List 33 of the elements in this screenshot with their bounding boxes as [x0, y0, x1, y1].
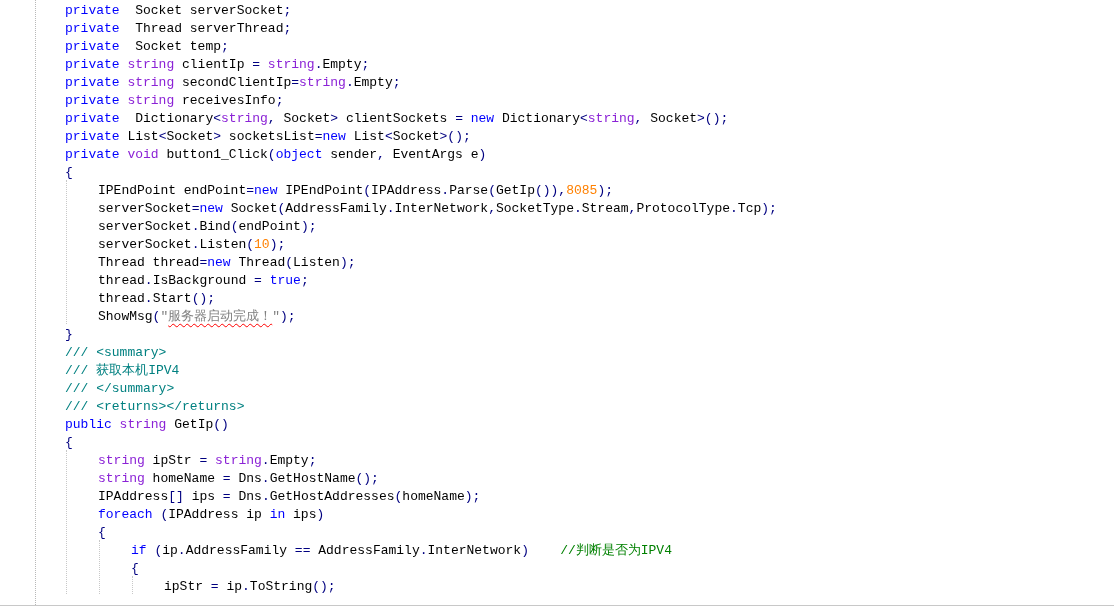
code-line: serverSocket=new Socket(AddressFamily.InterNetwork,SocketType.Stream,ProtocolType.Tcp); [98, 200, 777, 218]
code-line: } [65, 326, 73, 344]
code-line: /// 获取本机IPV4 [65, 362, 180, 380]
code-line: serverSocket.Listen(10); [98, 236, 286, 254]
code-line: private Dictionary<string, Socket> clientSockets = new Dictionary<string, Socket>(); [65, 110, 729, 128]
code-line: /// </summary> [65, 380, 175, 398]
code-line: { [65, 164, 73, 182]
code-line: { [65, 434, 73, 452]
code-line: IPAddress[] ips = Dns.GetHostAddresses(homeName); [98, 488, 481, 506]
code-line: Thread thread=new Thread(Listen); [98, 254, 356, 272]
code-line: foreach (IPAddress ip in ips) [98, 506, 325, 524]
code-line: private string clientIp = string.Empty; [65, 56, 370, 74]
code-line: private Thread serverThread; [65, 20, 292, 38]
code-line: private string receivesInfo; [65, 92, 284, 110]
code-line: private string secondClientIp=string.Empty; [65, 74, 401, 92]
code-line: private void button1_Click(object sender, EventArgs e) [65, 146, 487, 164]
code-line: string homeName = Dns.GetHostName(); [98, 470, 379, 488]
code-line: public string GetIp() [65, 416, 229, 434]
code-line: { [131, 560, 139, 578]
code-line: private Socket temp; [65, 38, 229, 56]
code-line: string ipStr = string.Empty; [98, 452, 317, 470]
code-line: thread.Start(); [98, 290, 216, 308]
code-line: /// <summary> [65, 344, 167, 362]
code-line: serverSocket.Bind(endPoint); [98, 218, 317, 236]
code-line: private Socket serverSocket; [65, 2, 292, 20]
code-line: if (ip.AddressFamily == AddressFamily.InterNetwork) //判断是否为IPV4 [131, 542, 672, 560]
code-line: ShowMsg("服务器启动完成！"); [98, 308, 296, 326]
code-line: ipStr = ip.ToString(); [164, 578, 336, 596]
code-line: private List<Socket> socketsList=new List<Socket>(); [65, 128, 471, 146]
code-line: thread.IsBackground = true; [98, 272, 309, 290]
code-line: { [98, 524, 106, 542]
code-line: /// <returns></returns> [65, 398, 245, 416]
code-line: IPEndPoint endPoint=new IPEndPoint(IPAddress.Parse(GetIp()),8085); [98, 182, 613, 200]
